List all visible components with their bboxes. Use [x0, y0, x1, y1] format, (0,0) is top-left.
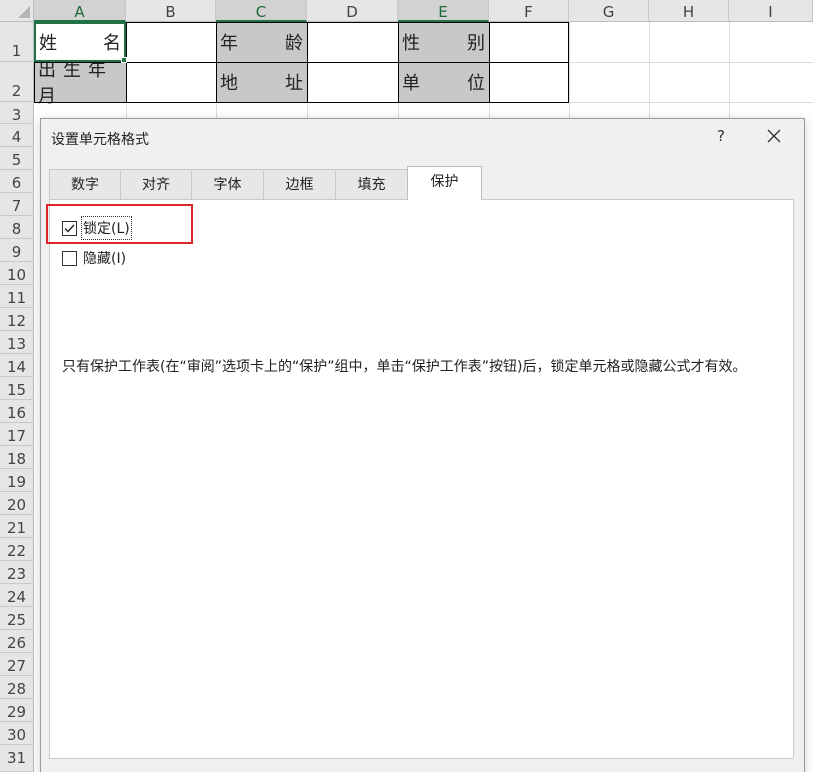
row-header-4[interactable]: 4 — [0, 124, 34, 147]
table-border-col-f — [489, 22, 490, 103]
close-icon — [767, 129, 781, 143]
close-button[interactable] — [761, 123, 787, 149]
column-header-f[interactable]: F — [489, 0, 569, 22]
cell-a2[interactable]: 出生年月 — [34, 60, 126, 107]
column-header-e[interactable]: E — [398, 0, 489, 22]
tab-strip: 数字 对齐 字体 边框 填充 保护 — [49, 166, 794, 200]
column-header-h[interactable]: H — [649, 0, 729, 22]
row-header-7[interactable]: 7 — [0, 193, 34, 216]
row-header-29[interactable]: 29 — [0, 699, 34, 722]
dialog-title: 设置单元格格式 — [51, 132, 149, 148]
table-border-right — [568, 22, 569, 103]
row-header-28[interactable]: 28 — [0, 676, 34, 699]
hidden-checkbox[interactable] — [62, 250, 77, 266]
row-header-25[interactable]: 25 — [0, 607, 34, 630]
fill-handle[interactable] — [121, 57, 127, 63]
protection-note: 只有保护工作表(在“审阅”选项卡上的“保护”组中，单击“保护工作表”按钮)后，锁… — [62, 359, 747, 375]
gridline — [729, 22, 730, 118]
cell-c1-char-1: 年 — [220, 33, 238, 54]
tab-number[interactable]: 数字 — [49, 169, 121, 199]
row-header-8[interactable]: 8 — [0, 216, 34, 239]
row-header-1[interactable]: 1 — [0, 22, 34, 62]
row-header-16[interactable]: 16 — [0, 400, 34, 423]
protection-panel: 锁定(L) 隐藏(I) 只有保护工作表(在“审阅”选项卡上的“保护”组中，单击“… — [49, 199, 794, 759]
tab-alignment[interactable]: 对齐 — [120, 169, 192, 199]
column-header-a[interactable]: A — [34, 0, 126, 22]
row-header-3[interactable]: 3 — [0, 102, 34, 124]
column-header-c[interactable]: C — [216, 0, 307, 22]
row-header-24[interactable]: 24 — [0, 584, 34, 607]
cell-e1[interactable]: 性 别 — [398, 22, 489, 62]
cell-c2-char-1: 地 — [220, 73, 238, 94]
tab-protection[interactable]: 保护 — [407, 166, 482, 200]
row-header-31[interactable]: 31 — [0, 745, 34, 772]
row-header-17[interactable]: 17 — [0, 423, 34, 446]
row-header-13[interactable]: 13 — [0, 331, 34, 354]
row-header-23[interactable]: 23 — [0, 561, 34, 584]
column-header-g[interactable]: G — [569, 0, 649, 22]
cell-e2[interactable]: 单 位 — [398, 62, 489, 102]
row-header-19[interactable]: 19 — [0, 469, 34, 492]
active-cell-selection — [34, 22, 126, 62]
row-header-30[interactable]: 30 — [0, 722, 34, 745]
row-header-10[interactable]: 10 — [0, 262, 34, 285]
cell-e1-char-2: 别 — [467, 33, 485, 54]
row-header-5[interactable]: 5 — [0, 147, 34, 170]
row-header-20[interactable]: 20 — [0, 492, 34, 515]
column-header-d[interactable]: D — [307, 0, 398, 22]
cell-c1[interactable]: 年 龄 — [216, 22, 307, 62]
tab-font[interactable]: 字体 — [191, 169, 264, 199]
row-header-27[interactable]: 27 — [0, 653, 34, 676]
select-all-corner[interactable] — [0, 0, 34, 22]
red-highlight-box — [46, 204, 193, 244]
row-header-12[interactable]: 12 — [0, 308, 34, 331]
gridline — [649, 22, 650, 118]
table-border-col-d — [307, 22, 308, 103]
table-border-col-e — [398, 22, 399, 103]
cell-c1-char-2: 龄 — [285, 33, 303, 54]
cell-c2[interactable]: 地 址 — [216, 62, 307, 102]
gridline — [569, 22, 570, 118]
cell-c2-char-2: 址 — [285, 73, 303, 94]
row-header-11[interactable]: 11 — [0, 285, 34, 308]
row-header-14[interactable]: 14 — [0, 354, 34, 377]
hidden-checkbox-row[interactable]: 隐藏(I) — [62, 248, 126, 268]
format-cells-dialog: 设置单元格格式 ? 数字 对齐 字体 边框 填充 保护 锁定(L) 隐藏(I) … — [40, 118, 805, 772]
cell-e2-char-1: 单 — [402, 73, 420, 94]
row-header-21[interactable]: 21 — [0, 515, 34, 538]
help-button[interactable]: ? — [711, 127, 731, 145]
row-header-9[interactable]: 9 — [0, 239, 34, 262]
tab-border[interactable]: 边框 — [263, 169, 336, 199]
column-header-i[interactable]: I — [729, 0, 813, 22]
row-header-26[interactable]: 26 — [0, 630, 34, 653]
row-header-22[interactable]: 22 — [0, 538, 34, 561]
tab-fill[interactable]: 填充 — [335, 169, 408, 199]
row-header-15[interactable]: 15 — [0, 377, 34, 400]
row-header-6[interactable]: 6 — [0, 170, 34, 193]
table-border-col-c — [216, 22, 217, 103]
column-header-b[interactable]: B — [126, 0, 216, 22]
cell-e2-char-2: 位 — [467, 73, 485, 94]
select-all-triangle-icon — [18, 6, 30, 18]
cell-e1-char-1: 性 — [402, 33, 420, 54]
hidden-label: 隐藏(I) — [83, 251, 127, 267]
row-header-18[interactable]: 18 — [0, 446, 34, 469]
row-header-2[interactable]: 2 — [0, 62, 34, 102]
